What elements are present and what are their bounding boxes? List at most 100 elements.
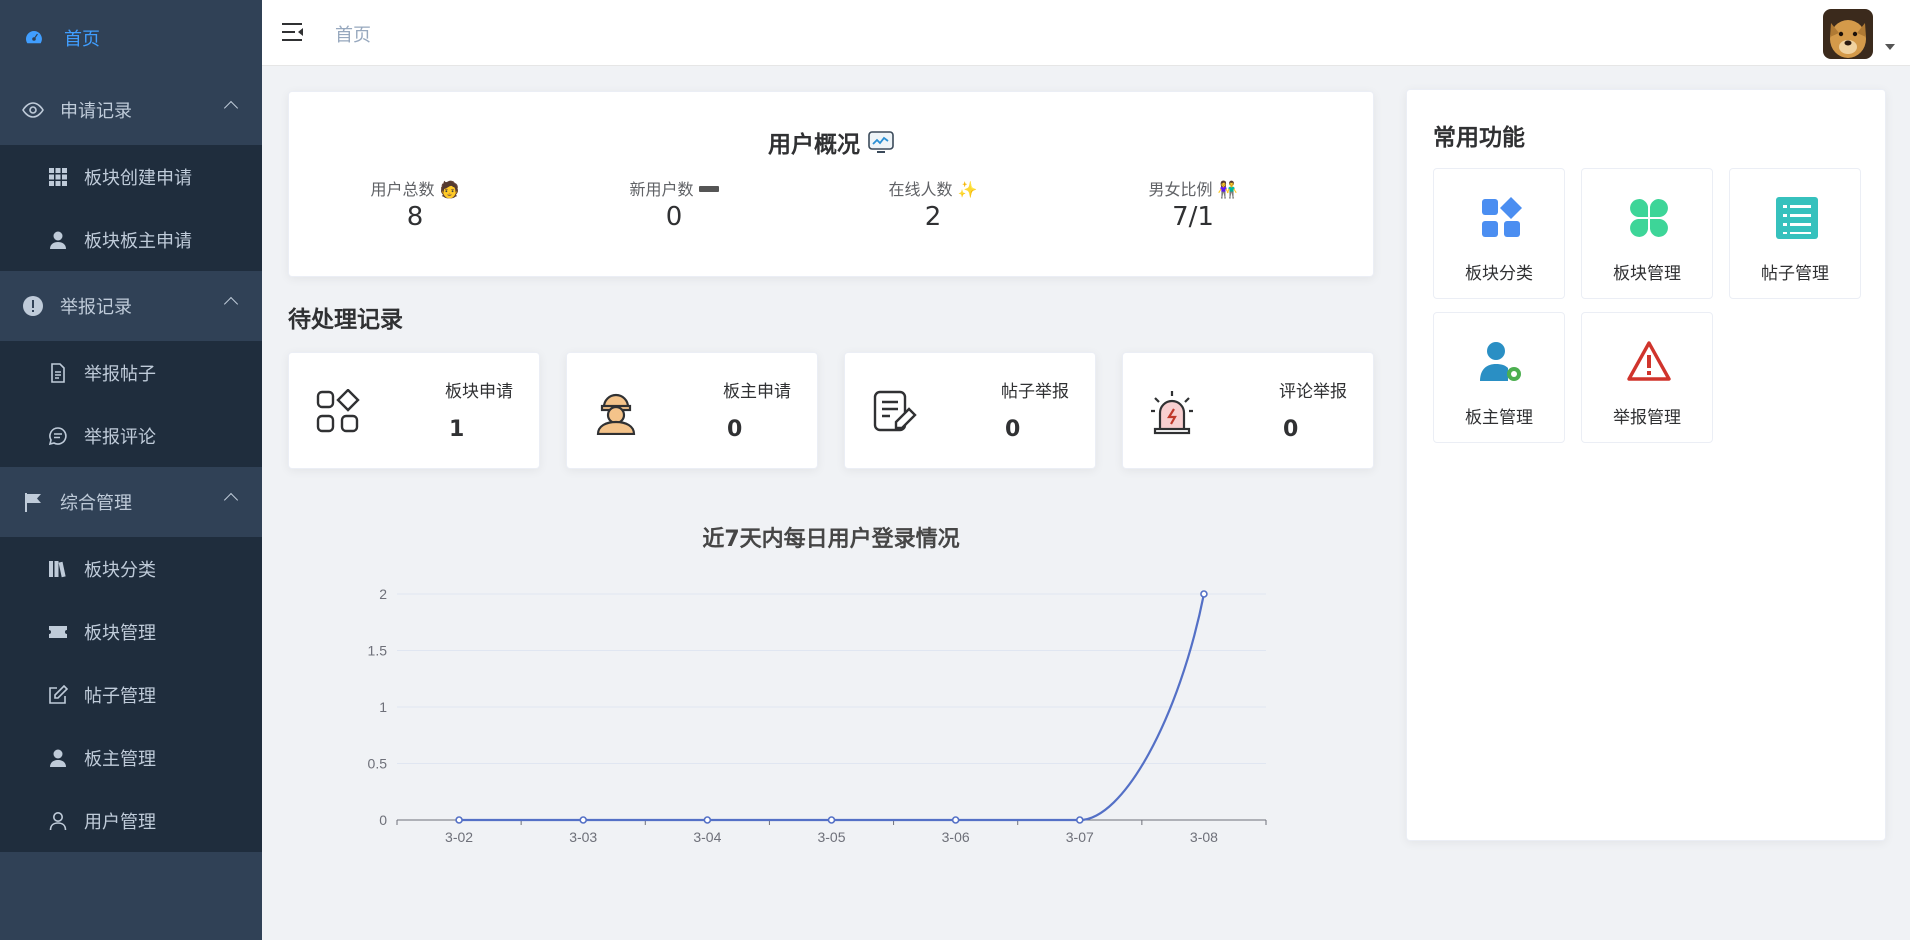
- avatar[interactable]: [1823, 9, 1873, 59]
- data-point: [579, 816, 588, 824]
- pending-value: 0: [1005, 417, 1021, 442]
- tile-label: 板块分类: [1465, 264, 1533, 284]
- sidebar-submenu: 板块创建申请 板块板主申请: [0, 145, 262, 271]
- stat-value: 7/1: [1172, 202, 1214, 232]
- sidebar-item-label: 板块管理: [84, 622, 156, 644]
- document-icon: [51, 362, 65, 383]
- tile-label: 举报管理: [1613, 408, 1681, 428]
- data-point: [703, 816, 712, 824]
- sidebar-group-label: 举报记录: [60, 297, 132, 318]
- pending-value: 0: [727, 417, 743, 442]
- pending-label: 评论举报: [1279, 382, 1347, 402]
- sidebar-item-label: 板块创建申请: [84, 167, 192, 189]
- user-overview-card: 用户概况 用户总数 🧑 8 新用户数 0 在线人数 ✨ 2 男女比例 👫 7/1: [288, 91, 1374, 277]
- info-circle-icon: [23, 296, 43, 316]
- tile-block-manage[interactable]: 板块管理: [1581, 168, 1713, 299]
- hamburger-icon[interactable]: [282, 22, 304, 42]
- alarm-light-icon: [1151, 391, 1193, 435]
- stat-value: 0: [665, 202, 683, 232]
- books-icon: [49, 560, 66, 577]
- sidebar-item-label: 首页: [64, 28, 100, 50]
- note-edit-icon: [873, 390, 917, 432]
- pending-moderator-apply-card[interactable]: 板主申请 0: [566, 352, 818, 469]
- worker-icon: [596, 393, 636, 435]
- edit-icon: [49, 684, 68, 704]
- sidebar-item-post-manage[interactable]: 帖子管理: [0, 663, 262, 726]
- overview-title: 用户概况: [289, 125, 1373, 159]
- data-point: [1200, 590, 1208, 598]
- stat-value: 8: [406, 202, 424, 232]
- data-point: [951, 816, 960, 824]
- stat-new-users: 新用户数 0: [574, 176, 774, 232]
- pending-value: 0: [1283, 417, 1299, 442]
- tile-block-category[interactable]: 板块分类: [1433, 168, 1565, 299]
- stat-label-text: 新用户数: [629, 180, 694, 199]
- pending-block-apply-card[interactable]: 板块申请 1: [288, 352, 540, 469]
- x-tick-label: 3-07: [1066, 829, 1094, 845]
- tile-post-manage[interactable]: 帖子管理: [1729, 168, 1861, 299]
- sidebar-item-label: 板主管理: [84, 748, 156, 770]
- pending-value: 1: [449, 417, 465, 442]
- sidebar-item-user-manage[interactable]: 用户管理: [0, 789, 262, 852]
- sidebar-item-block-create-apply[interactable]: 板块创建申请: [0, 145, 262, 208]
- pending-comment-report-card[interactable]: 评论举报 0: [1122, 352, 1374, 469]
- x-tick-label: 3-08: [1190, 829, 1218, 845]
- sidebar-group-label: 申请记录: [60, 101, 132, 122]
- sidebar-item-block-manage[interactable]: 板块管理: [0, 600, 262, 663]
- chevron-up-icon: [223, 492, 239, 508]
- user-settings-icon: [1480, 342, 1521, 381]
- sidebar-item-home[interactable]: 首页: [0, 0, 262, 75]
- user-icon: [50, 231, 66, 249]
- breadcrumb[interactable]: 首页: [335, 21, 371, 47]
- pending-post-report-card[interactable]: 帖子举报 0: [844, 352, 1096, 469]
- data-point: [1075, 816, 1084, 824]
- eye-icon: [22, 102, 44, 118]
- sidebar-item-report-post[interactable]: 举报帖子: [0, 341, 262, 404]
- pending-title: 待处理记录: [288, 307, 403, 333]
- sparkle-icon: ✨: [957, 180, 978, 199]
- sidebar-submenu: 板块分类 板块管理 帖子管理 板主管理 用户管理: [0, 537, 262, 852]
- sidebar-item-label: 帖子管理: [84, 685, 156, 707]
- chevron-up-icon: [223, 296, 239, 312]
- x-tick-label: 3-05: [817, 829, 845, 845]
- pending-label: 板主申请: [723, 382, 791, 402]
- tile-label: 板主管理: [1465, 408, 1533, 428]
- stat-label: 新用户数: [574, 176, 774, 200]
- stat-total-users: 用户总数 🧑 8: [315, 176, 515, 232]
- dropdown-caret-icon[interactable]: [1885, 44, 1895, 50]
- sidebar-item-label: 举报帖子: [84, 363, 156, 385]
- couple-icon: 👫: [1217, 180, 1238, 199]
- monitor-chart-icon: [868, 131, 894, 153]
- tile-moderator-manage[interactable]: 板主管理: [1433, 312, 1565, 443]
- sidebar-group-reports[interactable]: 举报记录: [0, 271, 262, 341]
- dog-avatar-icon: [1823, 9, 1873, 59]
- x-tick-label: 3-03: [569, 829, 597, 845]
- apps-icon: [316, 389, 360, 433]
- y-tick-label: 1: [379, 699, 387, 715]
- stat-online-users: 在线人数 ✨ 2: [833, 176, 1033, 232]
- sidebar-group-management[interactable]: 综合管理: [0, 467, 262, 537]
- overview-title-text: 用户概况: [767, 132, 860, 158]
- sidebar-group-applications[interactable]: 申请记录: [0, 75, 262, 145]
- top-navbar: 首页: [262, 0, 1910, 66]
- x-tick-label: 3-02: [445, 829, 473, 845]
- sidebar-item-label: 板块板主申请: [84, 230, 192, 252]
- y-tick-label: 1.5: [368, 643, 388, 659]
- y-tick-label: 2: [379, 586, 387, 602]
- flag-icon: [25, 493, 41, 512]
- chart-svg: 0 0.5 1 1.5 2 3-02 3-03 3-04 3-05 3-06 3-07 3-08: [368, 586, 1267, 845]
- y-tick-label: 0.5: [368, 756, 388, 772]
- sidebar-group-label: 综合管理: [60, 493, 132, 514]
- y-tick-label: 0: [379, 812, 387, 828]
- login-chart: 近7天内每日用户登录情况 0 0.5 1 1.5 2 3-02 3-03 3-04 3-05 3-…: [288, 505, 1374, 875]
- sidebar: 首页 申请记录 板块创建申请 板块板主申请 举报记录 举报帖子 举报评论 综合管…: [0, 0, 262, 940]
- stat-label-text: 在线人数: [888, 180, 953, 199]
- sidebar-item-moderator-apply[interactable]: 板块板主申请: [0, 208, 262, 271]
- chevron-up-icon: [223, 100, 239, 116]
- stat-label-text: 男女比例: [1148, 180, 1213, 199]
- sidebar-item-report-comment[interactable]: 举报评论: [0, 404, 262, 467]
- tile-report-manage[interactable]: 举报管理: [1581, 312, 1713, 443]
- sidebar-item-moderator-manage[interactable]: 板主管理: [0, 726, 262, 789]
- new-badge-icon: [698, 186, 719, 192]
- sidebar-item-block-category[interactable]: 板块分类: [0, 537, 262, 600]
